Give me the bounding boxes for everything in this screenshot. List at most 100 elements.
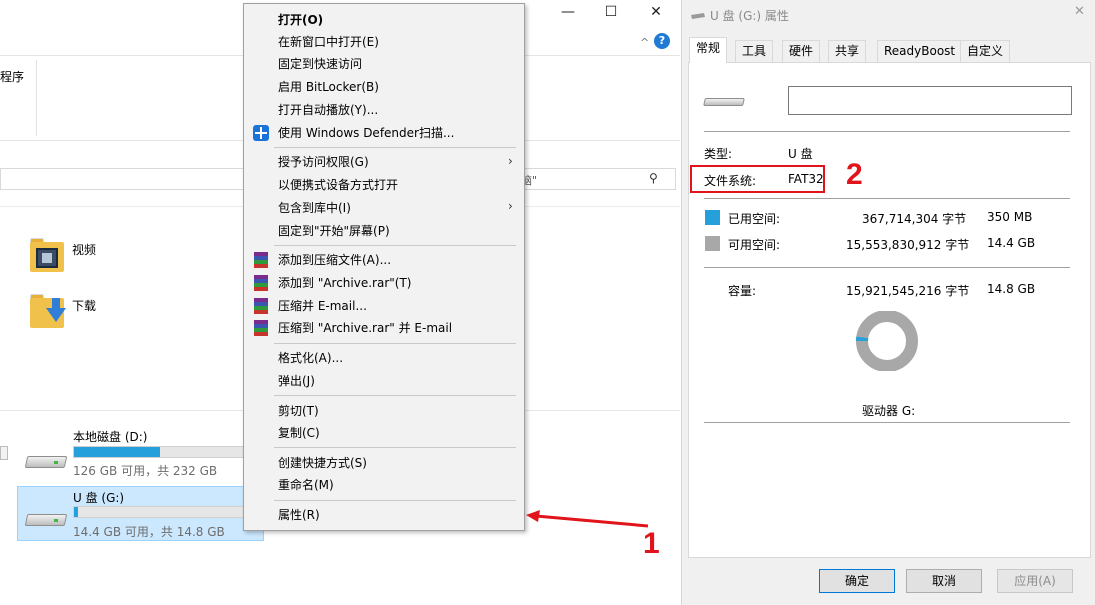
winrar-icon bbox=[254, 275, 268, 291]
minimize-button[interactable]: — bbox=[553, 4, 583, 20]
menu-item-include-library[interactable]: 包含到库中(I) bbox=[244, 197, 524, 219]
free-space-ring bbox=[856, 311, 918, 371]
menu-item-defender-scan[interactable]: 使用 Windows Defender扫描... bbox=[244, 122, 524, 144]
menu-item-cut[interactable]: 剪切(T) bbox=[244, 400, 524, 422]
drive-d-usage-bar bbox=[73, 446, 263, 458]
divider bbox=[704, 422, 1070, 423]
close-icon[interactable]: ✕ bbox=[1074, 4, 1085, 19]
ok-button[interactable]: 确定 bbox=[819, 569, 895, 593]
menu-item-rename[interactable]: 重命名(M) bbox=[244, 474, 524, 496]
annotation-arrow-head bbox=[526, 510, 540, 522]
menu-item-portable-device[interactable]: 以便携式设备方式打开 bbox=[244, 174, 524, 196]
hard-drive-icon[interactable] bbox=[24, 450, 68, 472]
menu-item-open-new-window[interactable]: 在新窗口中打开(E) bbox=[244, 31, 524, 53]
drive-letter-label: 驱动器 G: bbox=[862, 404, 916, 418]
drive-d-free-text: 126 GB 可用，共 232 GB bbox=[73, 464, 218, 478]
folder-label-videos[interactable]: 视频 bbox=[72, 241, 96, 258]
context-menu: 打开(O) 在新窗口中打开(E) 固定到快速访问 启用 BitLocker(B)… bbox=[243, 3, 525, 531]
close-button[interactable]: ✕ bbox=[641, 4, 671, 20]
menu-item-add-archive-rar[interactable]: 添加到 "Archive.rar"(T) bbox=[244, 272, 524, 294]
free-space-label: 可用空间: bbox=[728, 238, 781, 252]
menu-item-autoplay[interactable]: 打开自动播放(Y)... bbox=[244, 99, 524, 121]
video-folder-icon[interactable] bbox=[30, 238, 66, 272]
drive-g-free-text: 14.4 GB 可用，共 14.8 GB bbox=[73, 525, 225, 539]
used-space-label: 已用空间: bbox=[728, 212, 781, 226]
tab-sharing[interactable]: 共享 bbox=[828, 40, 867, 62]
winrar-icon bbox=[254, 298, 268, 314]
cancel-button[interactable]: 取消 bbox=[906, 569, 982, 593]
drive-g-name[interactable]: U 盘 (G:) bbox=[73, 489, 124, 506]
divider bbox=[704, 131, 1070, 132]
apply-button[interactable]: 应用(A) bbox=[997, 569, 1073, 593]
menu-item-add-archive[interactable]: 添加到压缩文件(A)... bbox=[244, 249, 524, 271]
volume-name-input[interactable] bbox=[788, 86, 1072, 115]
tab-readyboost[interactable]: ReadyBoost bbox=[877, 40, 963, 62]
search-icon[interactable]: ⚲ bbox=[649, 171, 658, 185]
menu-item-compress-rar-email[interactable]: 压缩到 "Archive.rar" 并 E-mail bbox=[244, 317, 524, 339]
dialog-title: U 盘 (G:) 属性 bbox=[710, 9, 789, 23]
type-value: U 盘 bbox=[788, 147, 813, 161]
free-space-bytes: 15,553,830,912 字节 bbox=[846, 238, 970, 252]
used-space-swatch bbox=[705, 210, 720, 225]
ribbon-group-label[interactable]: 程序 bbox=[0, 68, 24, 85]
tab-customize[interactable]: 自定义 bbox=[960, 40, 1011, 62]
tab-hardware[interactable]: 硬件 bbox=[782, 40, 821, 62]
divider bbox=[704, 198, 1070, 199]
folder-label-downloads[interactable]: 下载 bbox=[72, 297, 96, 314]
type-label: 类型: bbox=[704, 147, 733, 161]
menu-item-pin-quick-access[interactable]: 固定到快速访问 bbox=[244, 53, 524, 75]
usb-drive-icon bbox=[691, 13, 705, 19]
menu-item-bitlocker[interactable]: 启用 BitLocker(B) bbox=[244, 76, 524, 98]
tab-tools[interactable]: 工具 bbox=[735, 40, 774, 62]
annotation-step-1: 1 bbox=[643, 527, 660, 560]
free-space-swatch bbox=[705, 236, 720, 251]
free-space-size: 14.4 GB bbox=[987, 236, 1036, 250]
maximize-button[interactable]: ☐ bbox=[596, 4, 626, 20]
general-tab-panel bbox=[688, 62, 1091, 558]
menu-separator bbox=[274, 500, 516, 501]
capacity-label: 容量: bbox=[728, 284, 757, 298]
menu-item-label: 添加到 "Archive.rar"(T) bbox=[278, 276, 412, 290]
menu-item-compress-email[interactable]: 压缩并 E-mail... bbox=[244, 295, 524, 317]
menu-item-label: 压缩到 "Archive.rar" 并 E-mail bbox=[278, 321, 453, 335]
tab-general[interactable]: 常规 bbox=[689, 37, 728, 63]
menu-item-properties[interactable]: 属性(R) bbox=[244, 504, 524, 526]
menu-item-eject[interactable]: 弹出(J) bbox=[244, 370, 524, 392]
menu-item-open[interactable]: 打开(O) bbox=[244, 9, 524, 31]
winrar-icon bbox=[254, 252, 268, 268]
drive-g-usage-bar bbox=[73, 506, 263, 518]
menu-item-label: 压缩并 E-mail... bbox=[278, 299, 367, 313]
usb-drive-icon[interactable] bbox=[24, 508, 68, 530]
download-folder-icon[interactable] bbox=[30, 294, 66, 328]
menu-item-label: 使用 Windows Defender扫描... bbox=[278, 126, 455, 140]
used-space-bytes: 367,714,304 字节 bbox=[862, 212, 967, 226]
annotation-step-2: 2 bbox=[846, 158, 863, 191]
partial-drive-icon bbox=[0, 446, 8, 460]
menu-item-grant-access[interactable]: 授予访问权限(G) bbox=[244, 151, 524, 173]
menu-separator bbox=[274, 343, 516, 344]
help-icon[interactable]: ? bbox=[654, 33, 670, 49]
menu-item-label: 添加到压缩文件(A)... bbox=[278, 253, 392, 267]
ribbon-collapse-icon[interactable]: ^ bbox=[640, 36, 649, 49]
chevron-right-icon: › bbox=[508, 199, 513, 213]
properties-dialog: U 盘 (G:) 属性 ✕ 常规 工具 硬件 共享 ReadyBoost 自定义… bbox=[681, 0, 1095, 605]
menu-separator bbox=[274, 447, 516, 448]
menu-item-format[interactable]: 格式化(A)... bbox=[244, 347, 524, 369]
windows-defender-icon bbox=[253, 125, 269, 141]
menu-item-copy[interactable]: 复制(C) bbox=[244, 422, 524, 444]
annotation-arrow-line bbox=[535, 514, 649, 528]
ribbon-divider bbox=[36, 60, 37, 136]
capacity-size: 14.8 GB bbox=[987, 282, 1036, 296]
menu-item-create-shortcut[interactable]: 创建快捷方式(S) bbox=[244, 452, 524, 474]
capacity-donut-chart bbox=[856, 311, 918, 371]
divider bbox=[704, 267, 1070, 268]
drive-d-name[interactable]: 本地磁盘 (D:) bbox=[73, 428, 147, 445]
menu-separator bbox=[274, 245, 516, 246]
menu-item-pin-start[interactable]: 固定到"开始"屏幕(P) bbox=[244, 220, 524, 242]
usb-drive-icon bbox=[702, 90, 746, 112]
menu-separator bbox=[274, 147, 516, 148]
used-space-size: 350 MB bbox=[987, 210, 1033, 224]
annotation-arrow bbox=[526, 510, 649, 528]
chevron-right-icon: › bbox=[508, 154, 513, 168]
menu-separator bbox=[274, 395, 516, 396]
